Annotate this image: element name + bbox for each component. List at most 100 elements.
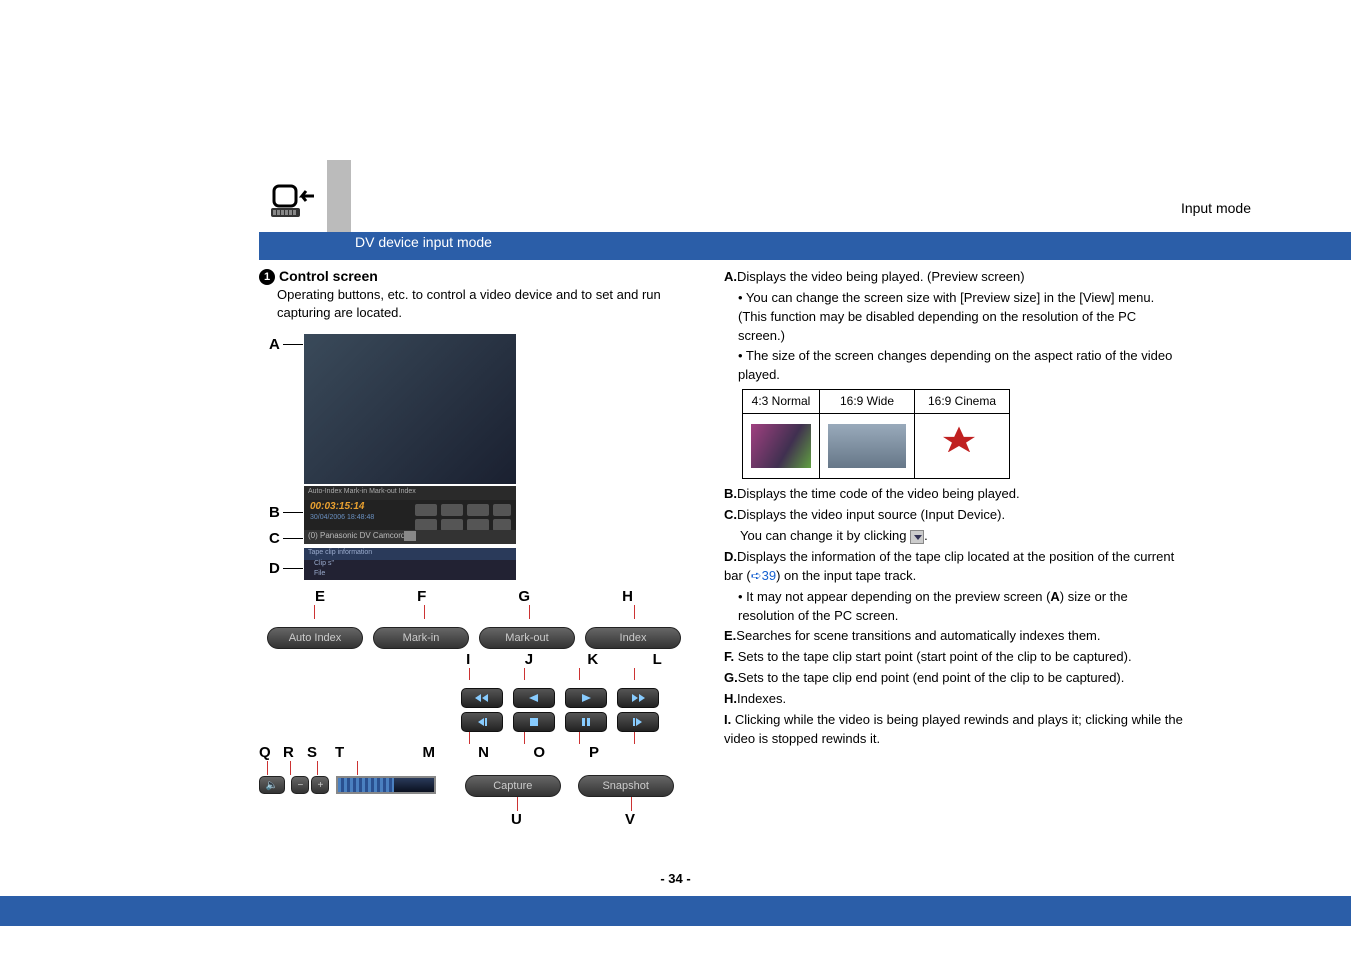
mini-device-row: (0) Panasonic DV Camcorder: [304, 530, 516, 544]
mini-timecode-row: 00:03:15:14 30/04/2006 18:48:48: [304, 500, 516, 530]
tape-info-row: Tape clip information: [304, 548, 516, 560]
row-bottom: 🔈 −+ Capture Snapshot: [259, 775, 689, 797]
timecode-date: 30/04/2006 18:48:48: [310, 514, 374, 521]
label-O: O: [489, 744, 545, 761]
line-B: [283, 512, 303, 513]
footer-bar: [0, 896, 1351, 926]
ticks-uv: [259, 797, 689, 811]
timecode: 00:03:15:14: [310, 501, 364, 512]
snapshot-button[interactable]: Snapshot: [578, 775, 674, 797]
label-V: V: [625, 811, 635, 828]
device-label: (0) Panasonic DV Camcorder: [308, 531, 412, 540]
preview-area: [304, 334, 516, 484]
decorative-block: [327, 160, 351, 232]
aspect-ratio-table: 4:3 Normal 16:9 Wide 16:9 Cinema: [742, 389, 1010, 479]
link-page-39[interactable]: ➪39: [751, 568, 776, 583]
control-screen-heading: 1Control screen: [259, 268, 689, 286]
label-B: B: [269, 504, 280, 521]
step-forward-button[interactable]: [617, 712, 659, 732]
desc-B: B.Displays the time code of the video be…: [724, 485, 1184, 504]
reverse-play-button[interactable]: [513, 688, 555, 708]
line-A: [283, 344, 303, 345]
table-row: [743, 414, 1010, 479]
mode-header: Input mode: [1181, 200, 1251, 216]
label-Q: Q: [259, 744, 283, 761]
ticks-mnop: [259, 732, 689, 744]
desc-F: F. Sets to the tape clip start point (st…: [724, 648, 1184, 667]
labels-ijkl: I J K L: [259, 651, 689, 668]
desc-A: A.Displays the video being played. (Prev…: [724, 268, 1184, 287]
figure-screenshot: Auto-Index Mark-in Mark-out Index 00:03:…: [304, 334, 584, 582]
line-D: [283, 568, 303, 569]
index-button[interactable]: Index: [585, 627, 681, 649]
desc-C2: You can change it by clicking .: [724, 527, 1184, 546]
play-button[interactable]: [565, 688, 607, 708]
row-ijkl: [259, 688, 689, 708]
control-screen-para: Operating buttons, etc. to control a vid…: [277, 286, 689, 322]
desc-A-sub1: • You can change the screen size with [P…: [724, 289, 1184, 346]
heading-text: Control screen: [279, 268, 378, 284]
desc-G: G.Sets to the tape clip end point (end p…: [724, 669, 1184, 688]
desc-C: C.Displays the video input source (Input…: [724, 506, 1184, 525]
table-row: 4:3 Normal 16:9 Wide 16:9 Cinema: [743, 390, 1010, 414]
auto-index-button[interactable]: Auto Index: [267, 627, 363, 649]
th-169w: 16:9 Wide: [820, 390, 915, 414]
mini-rew-icon: [414, 503, 438, 517]
desc-E: E.Searches for scene transitions and aut…: [724, 627, 1184, 646]
thumb-169c: [915, 414, 1010, 479]
label-F: F: [417, 588, 426, 605]
thumb-43: [743, 414, 820, 479]
labels-qrst-mnop: Q R S T M N O P: [259, 744, 689, 761]
page-number: - 34 -: [0, 871, 1351, 886]
mini-tabs: Auto-Index Mark-in Mark-out Index: [304, 486, 516, 500]
row-efgh: Auto Index Mark-in Mark-out Index: [259, 627, 689, 649]
line-C: [283, 538, 303, 539]
stop-button[interactable]: [513, 712, 555, 732]
label-A: A: [269, 336, 280, 353]
clip-row: Clip s": [304, 560, 516, 570]
pause-button[interactable]: [565, 712, 607, 732]
step-back-button[interactable]: [461, 712, 503, 732]
plus-button[interactable]: +: [311, 776, 329, 794]
label-C: C: [269, 530, 280, 547]
rewind-button[interactable]: [461, 688, 503, 708]
label-K: K: [587, 651, 598, 668]
desc-D-sub: • It may not appear depending on the pre…: [724, 588, 1184, 626]
label-P: P: [545, 744, 599, 761]
row-mnop: [259, 712, 689, 732]
minus-button[interactable]: −: [291, 776, 309, 794]
speaker-button[interactable]: 🔈: [259, 776, 285, 794]
dv-input-icon: [270, 180, 320, 230]
desc-I: I. Clicking while the video is being pla…: [724, 711, 1184, 749]
left-column: 1Control screen Operating buttons, etc. …: [259, 268, 689, 828]
file-row: File: [304, 570, 516, 580]
label-D: D: [269, 560, 280, 577]
ticks-ijkl: [259, 668, 689, 680]
page: Input mode DV device input mode 1Control…: [0, 0, 1351, 954]
ticks-qrst: [259, 761, 689, 775]
label-S: S: [307, 744, 335, 761]
label-G: G: [518, 588, 530, 605]
dropdown-icon: [910, 530, 924, 544]
mark-out-button[interactable]: Mark-out: [479, 627, 575, 649]
mark-in-button[interactable]: Mark-in: [373, 627, 469, 649]
figure-control-screen: Auto-Index Mark-in Mark-out Index 00:03:…: [259, 334, 689, 828]
label-E: E: [315, 588, 325, 605]
thumb-169w: [820, 414, 915, 479]
label-U: U: [511, 811, 531, 828]
right-column: A.Displays the video being played. (Prev…: [724, 268, 1184, 828]
mini-prev-icon: [440, 503, 464, 517]
th-43: 4:3 Normal: [743, 390, 820, 414]
label-J: J: [525, 651, 533, 668]
capture-button[interactable]: Capture: [465, 775, 561, 797]
fast-forward-button[interactable]: [617, 688, 659, 708]
playback-slider[interactable]: [336, 776, 436, 794]
mini-ff-icon: [492, 503, 512, 517]
labels-uv: U V: [259, 811, 689, 828]
label-H: H: [622, 588, 633, 605]
labels-efgh: E F G H: [259, 588, 689, 605]
desc-H: H.Indexes.: [724, 690, 1184, 709]
desc-A-sub2: • The size of the screen changes dependi…: [724, 347, 1184, 385]
label-T: T: [335, 744, 375, 761]
label-N: N: [435, 744, 489, 761]
